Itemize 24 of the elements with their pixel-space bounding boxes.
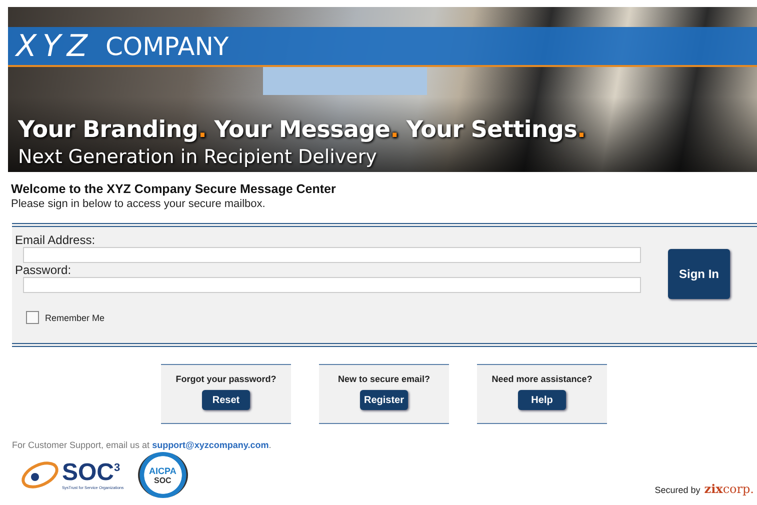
- support-text: For Customer Support, email us at support@xyzcompany.com.: [12, 440, 272, 450]
- aicpa-soc-badge: AICPA SOC: [138, 452, 188, 498]
- help-card-button[interactable]: Register: [360, 390, 408, 410]
- help-card-button[interactable]: Reset: [202, 390, 250, 410]
- logo-name: COMPANY: [105, 32, 229, 60]
- sign-in-button[interactable]: Sign In: [668, 249, 730, 299]
- zixcorp-logo: zixcorp.: [704, 482, 754, 496]
- help-question: Forgot your password?: [176, 374, 276, 384]
- banner-headline: Your Branding. Your Message. Your Settings.: [18, 117, 586, 143]
- welcome-subtitle: Please sign in below to access your secure mailbox.: [11, 198, 266, 210]
- logo-mark: XYZ: [16, 28, 94, 64]
- support-email-link[interactable]: support@xyzcompany.com: [152, 440, 269, 450]
- secured-by-label: Secured by: [654, 485, 700, 495]
- password-field[interactable]: [23, 277, 641, 293]
- remember-label: Remember Me: [45, 312, 105, 322]
- field-label: Password:: [15, 263, 72, 277]
- remember-checkbox[interactable]: [26, 311, 39, 324]
- welcome-title: Welcome to the XYZ Company Secure Message Center: [11, 182, 337, 196]
- email-field[interactable]: [23, 247, 641, 263]
- banner-subline: Next Generation in Recipient Delivery: [18, 146, 377, 168]
- help-question: New to secure email?: [338, 374, 430, 384]
- help-card-button[interactable]: Help: [518, 390, 566, 410]
- field-label: Email Address:: [15, 233, 96, 247]
- help-question: Need more assistance?: [492, 374, 592, 384]
